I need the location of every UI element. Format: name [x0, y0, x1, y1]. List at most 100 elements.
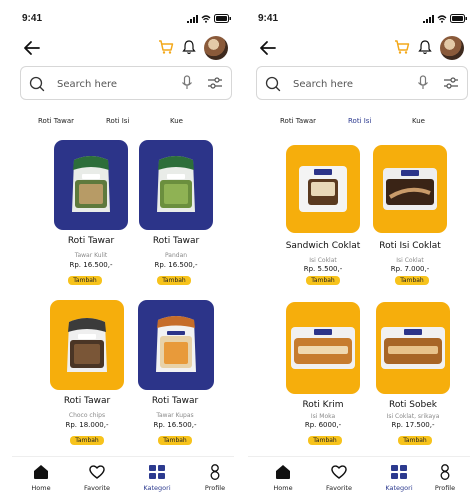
person-icon: [210, 464, 220, 480]
grid-icon: [149, 465, 165, 479]
add-button[interactable]: Tambah: [308, 436, 342, 445]
nav-label: Home: [31, 484, 51, 492]
product-price: Rp. 7.000,-: [390, 265, 430, 273]
search-bar: [20, 66, 232, 100]
nav-kategori[interactable]: Kategori: [374, 463, 424, 492]
tab-kue[interactable]: Kue: [412, 117, 425, 125]
search-input[interactable]: [293, 75, 413, 93]
product-card[interactable]: Roti Tawar Tawar Kupas Rp. 16.500,- Tamb…: [138, 300, 224, 460]
search-icon: [265, 76, 281, 92]
bread-pack-icon: [157, 156, 195, 212]
product-price: Rp. 5.500,-: [303, 265, 343, 273]
back-arrow-icon[interactable]: [22, 38, 42, 58]
product-card[interactable]: Sandwich Coklat Isi Coklat Rp. 5.500,- T…: [286, 145, 372, 305]
wifi-icon: [437, 14, 447, 23]
system-icons: [423, 14, 468, 23]
product-name: Roti Krim: [302, 400, 344, 410]
heart-icon: [89, 465, 105, 479]
product-card[interactable]: Roti Sobek Isi Coklat, srikaya Rp. 17.50…: [376, 302, 462, 462]
product-name: Roti Tawar: [151, 396, 199, 406]
product-variant: Tawar Kulit: [74, 252, 108, 259]
tab-roti-tawar[interactable]: Roti Tawar: [280, 117, 316, 125]
top-bar: [22, 36, 232, 60]
product-price: Rp. 6000,-: [304, 421, 342, 429]
bell-icon[interactable]: [182, 39, 196, 55]
product-card[interactable]: Roti Krim Isi Moka Rp. 6000,- Tambah: [286, 302, 372, 462]
product-variant: Isi Moka: [310, 413, 336, 420]
bread-pack-icon: [156, 316, 196, 372]
add-button[interactable]: Tambah: [157, 276, 191, 285]
product-variant: Isi Coklat, srikaya: [386, 413, 440, 420]
product-card[interactable]: Roti Tawar Choco chips Rp. 18.000,- Tamb…: [50, 300, 136, 460]
product-card[interactable]: Roti Tawar Pandan Rp. 16.500,- Tambah: [139, 140, 225, 300]
add-button[interactable]: Tambah: [158, 436, 192, 445]
product-name: Roti Tawar: [67, 236, 115, 246]
cart-icon[interactable]: [394, 39, 410, 55]
product-image: [54, 140, 128, 230]
heart-icon: [331, 465, 347, 479]
battery-icon: [450, 14, 467, 23]
top-bar: [258, 36, 468, 60]
nav-profile[interactable]: Profile: [420, 463, 470, 492]
screen-roti-isi: 9:41 Roti Tawar Roti Isi Kue: [236, 0, 472, 500]
nav-favorite[interactable]: Favorite: [314, 463, 364, 492]
avatar[interactable]: [204, 36, 228, 60]
nav-home[interactable]: Home: [258, 463, 308, 492]
microphone-icon[interactable]: [181, 75, 193, 91]
coklat-pack-icon: [383, 168, 437, 210]
back-arrow-icon[interactable]: [258, 38, 278, 58]
bell-icon[interactable]: [418, 39, 432, 55]
product-card[interactable]: Roti Tawar Tawar Kulit Rp. 16.500,- Tamb…: [54, 140, 140, 300]
product-image: [376, 302, 450, 394]
tab-roti-isi[interactable]: Roti Isi: [348, 117, 371, 125]
product-image: [373, 145, 447, 233]
microphone-icon[interactable]: [417, 75, 429, 91]
person-icon: [440, 464, 450, 480]
bread-pack-icon: [72, 156, 110, 212]
product-image: [50, 300, 124, 390]
nav-label: Favorite: [84, 484, 110, 492]
add-button[interactable]: Tambah: [70, 436, 104, 445]
page: 9:41 Roti Tawar Roti Isi Kue: [0, 0, 472, 500]
nav-label: Home: [273, 484, 293, 492]
product-price: Rp. 16.500,-: [153, 421, 197, 429]
product-image: [138, 300, 214, 390]
home-icon: [34, 465, 48, 479]
product-image: [286, 145, 360, 233]
tab-kue[interactable]: Kue: [170, 117, 183, 125]
bread-pack-icon: [67, 318, 107, 372]
nav-label: Profile: [204, 484, 226, 492]
bottom-nav: Home Favorite Kategori Profile: [248, 456, 470, 500]
nav-profile[interactable]: Profile: [190, 463, 236, 492]
search-icon: [29, 76, 45, 92]
product-card[interactable]: Roti Isi Coklat Isi Coklat Rp. 7.000,- T…: [373, 145, 459, 305]
filter-icon[interactable]: [443, 75, 459, 91]
add-button[interactable]: Tambah: [306, 276, 340, 285]
status-time: 9:41: [22, 13, 43, 24]
nav-favorite[interactable]: Favorite: [72, 463, 122, 492]
status-bar: 9:41: [22, 13, 232, 27]
tab-roti-tawar[interactable]: Roti Tawar: [38, 117, 74, 125]
product-name: Roti Isi Coklat: [379, 241, 441, 251]
category-tabs: Roti Tawar Roti Isi Kue: [256, 117, 468, 129]
nav-label: Kategori: [143, 484, 171, 492]
nav-kategori[interactable]: Kategori: [132, 463, 182, 492]
tab-roti-isi[interactable]: Roti Isi: [106, 117, 129, 125]
filter-icon[interactable]: [207, 75, 223, 91]
product-image: [286, 302, 360, 394]
cart-icon[interactable]: [158, 39, 174, 55]
home-icon: [276, 465, 290, 479]
status-bar: 9:41: [258, 13, 468, 27]
product-price: Rp. 16.500,-: [154, 261, 198, 269]
product-variant: Tawar Kupas: [156, 412, 194, 419]
product-name: Roti Sobek: [389, 400, 437, 410]
nav-home[interactable]: Home: [16, 463, 66, 492]
add-button[interactable]: Tambah: [395, 276, 429, 285]
system-icons: [187, 14, 232, 23]
avatar[interactable]: [440, 36, 464, 60]
search-bar: [256, 66, 468, 100]
add-button[interactable]: Tambah: [398, 436, 432, 445]
add-button[interactable]: Tambah: [68, 276, 102, 285]
product-name: Roti Tawar: [152, 236, 200, 246]
search-input[interactable]: [57, 75, 177, 93]
